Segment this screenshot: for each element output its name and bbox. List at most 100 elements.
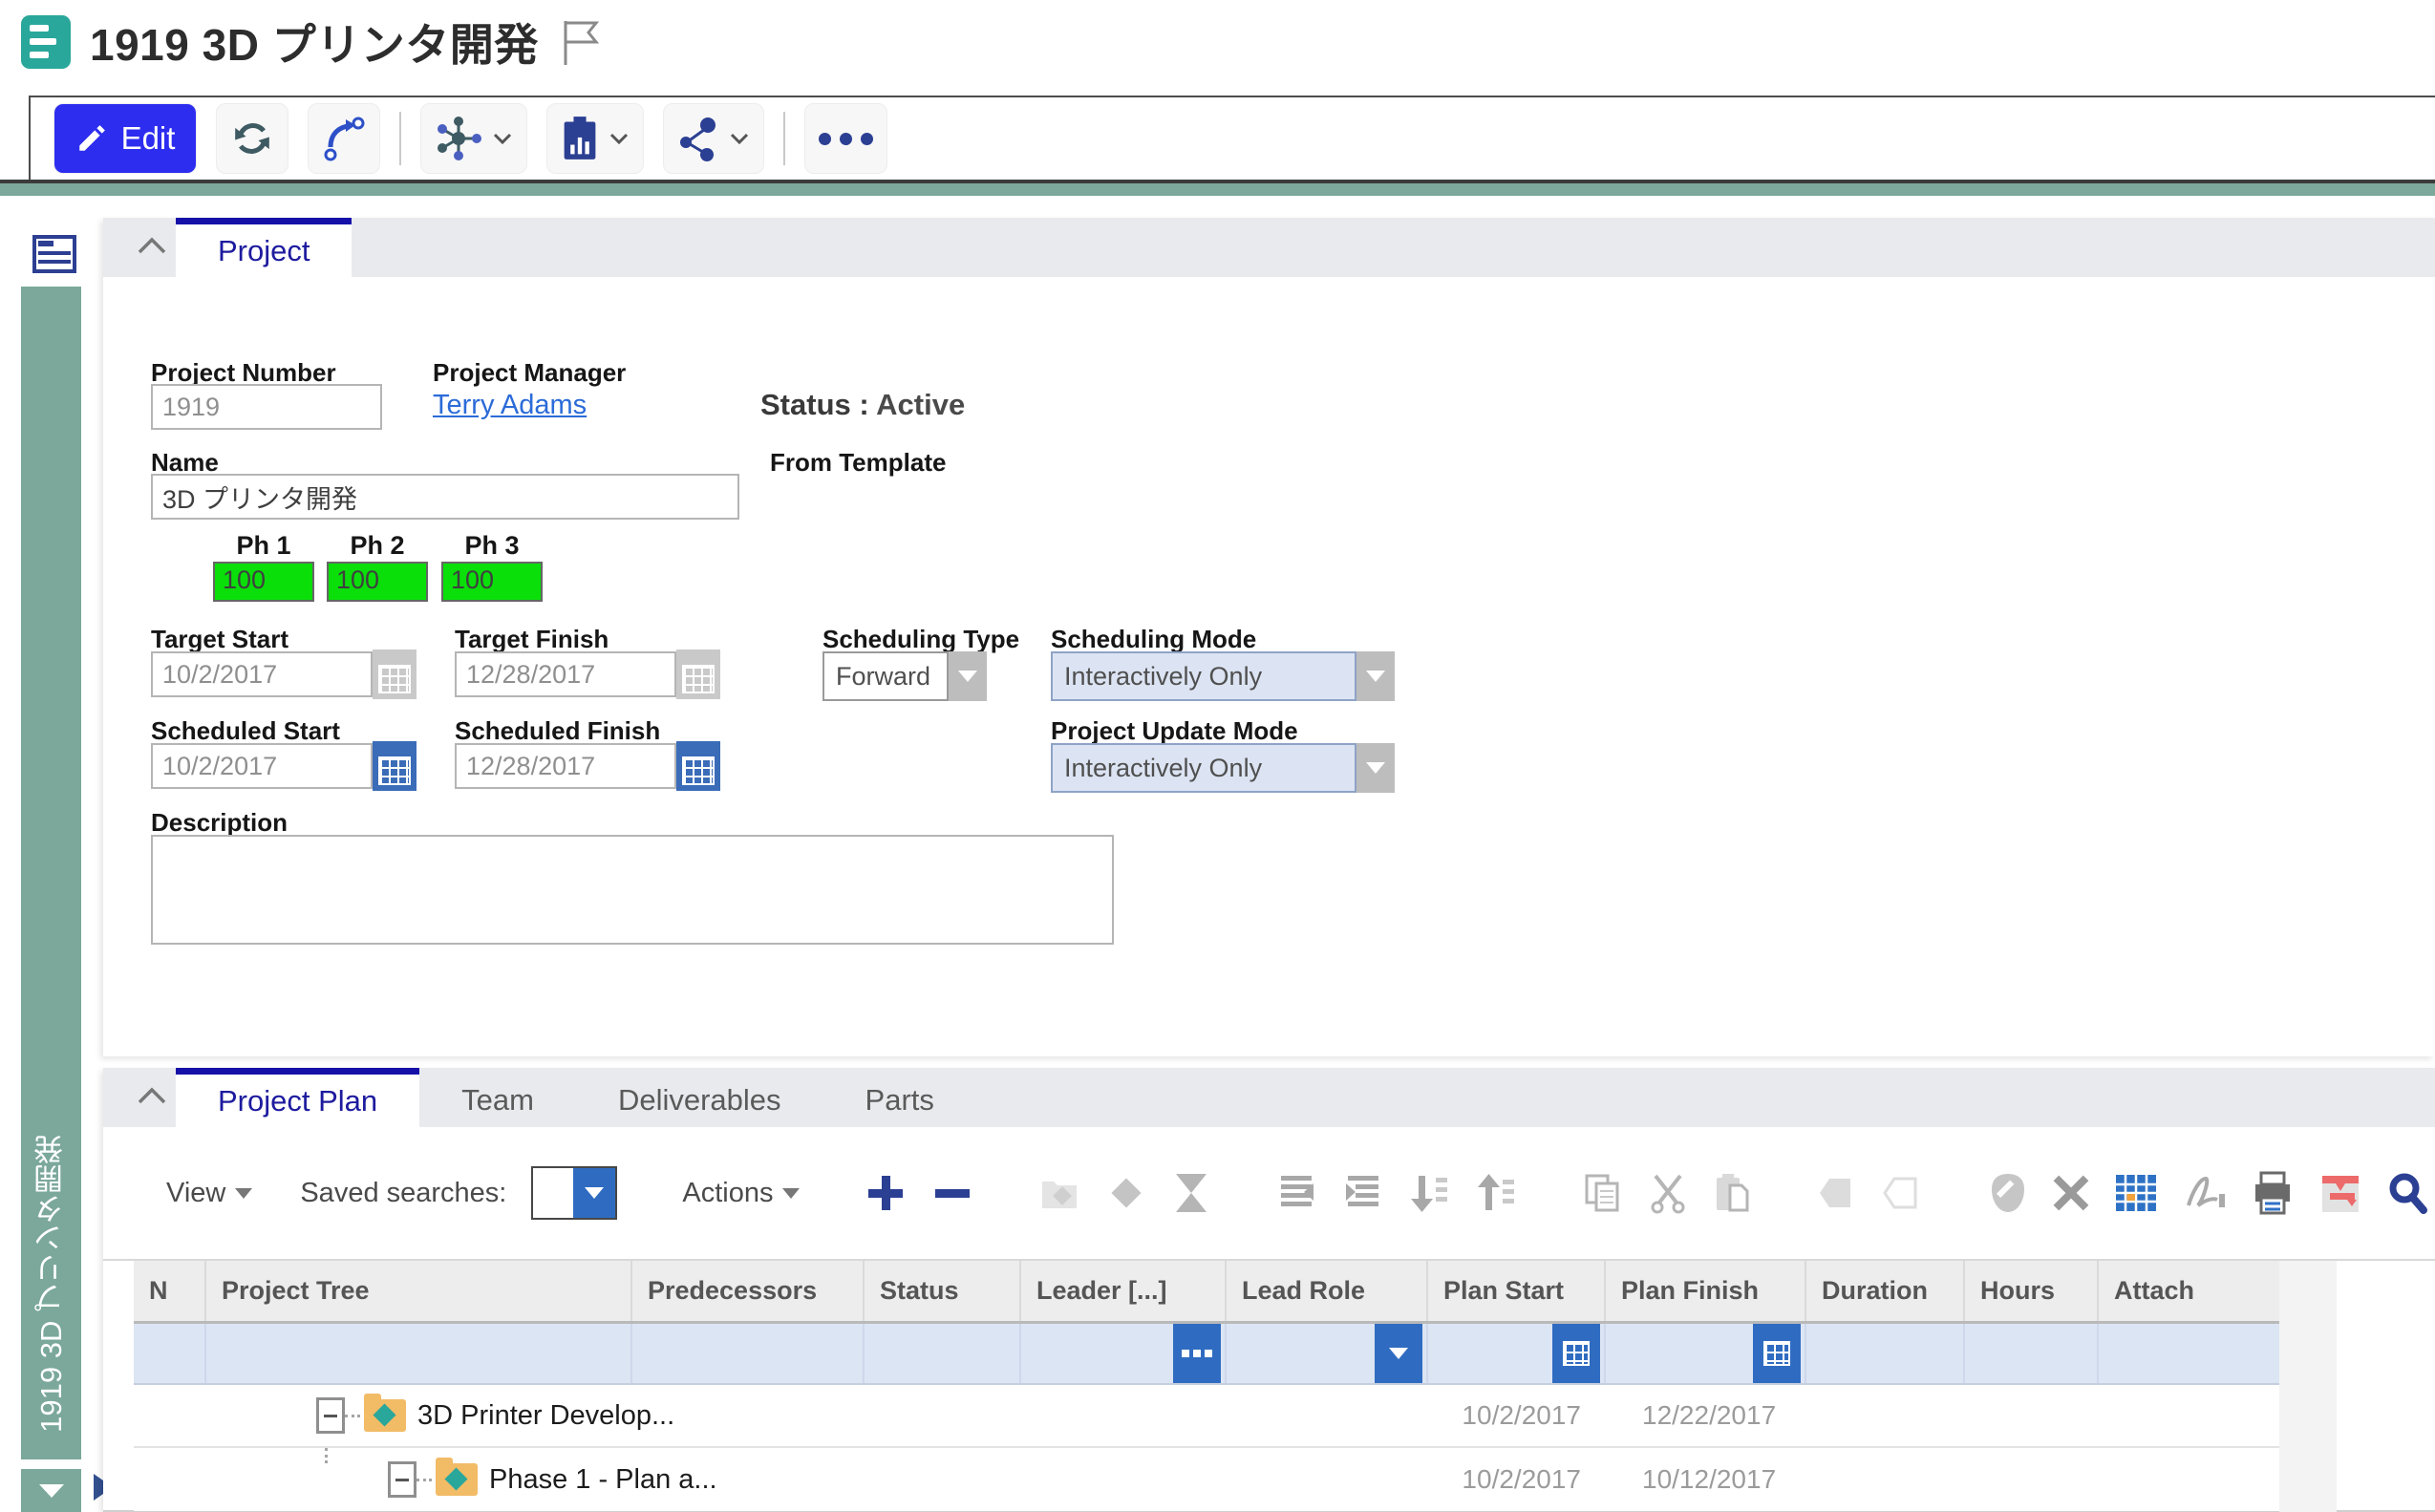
name-input[interactable] bbox=[151, 474, 739, 520]
calendar-icon[interactable] bbox=[373, 741, 417, 791]
table-scrollbar-track[interactable] bbox=[2279, 1261, 2337, 1512]
gantt-filter-button[interactable] bbox=[2318, 1170, 2362, 1216]
col-plan-finish[interactable]: Plan Finish bbox=[1606, 1261, 1806, 1321]
remove-task-button[interactable] bbox=[931, 1170, 973, 1216]
delete-button[interactable] bbox=[2053, 1170, 2089, 1216]
status-value: Active bbox=[876, 388, 966, 421]
calendar-icon[interactable] bbox=[373, 650, 417, 699]
milestone-button[interactable] bbox=[1105, 1170, 1147, 1216]
plan-start-calendar-button[interactable] bbox=[1552, 1324, 1600, 1383]
add-task-button[interactable] bbox=[865, 1170, 907, 1216]
flag-icon[interactable] bbox=[558, 17, 604, 67]
filter-n[interactable] bbox=[134, 1324, 206, 1383]
scheduling-mode-select[interactable]: Interactively Only bbox=[1051, 651, 1395, 701]
task-name[interactable]: Phase 1 - Plan a... bbox=[489, 1464, 717, 1496]
sidebar-project-strip[interactable]: 1919 3D プリンタ開発 bbox=[21, 287, 81, 1459]
refresh-button[interactable] bbox=[216, 103, 288, 174]
scheduled-start-input[interactable] bbox=[151, 743, 373, 789]
col-plan-start[interactable]: Plan Start bbox=[1428, 1261, 1606, 1321]
dropdown-arrow-icon[interactable] bbox=[573, 1168, 616, 1218]
signature-button[interactable] bbox=[2183, 1170, 2227, 1216]
status-label: Status : bbox=[760, 388, 869, 421]
scheduled-start-label: Scheduled Start bbox=[151, 716, 340, 745]
scheduled-finish-input[interactable] bbox=[455, 743, 676, 789]
tab-project-plan[interactable]: Project Plan bbox=[176, 1068, 420, 1127]
dropdown-arrow-icon[interactable] bbox=[1356, 743, 1395, 793]
tree-collapse-toggle[interactable] bbox=[316, 1397, 345, 1434]
share-menu-button[interactable] bbox=[663, 103, 764, 174]
summary-form-icon[interactable] bbox=[29, 227, 80, 281]
outdent-button[interactable] bbox=[1275, 1170, 1317, 1216]
collapse-chevron-icon[interactable] bbox=[136, 235, 168, 256]
copy-button[interactable] bbox=[1583, 1170, 1623, 1216]
col-leader[interactable]: Leader [...] bbox=[1021, 1261, 1227, 1321]
col-status[interactable]: Status bbox=[865, 1261, 1021, 1321]
saved-searches-combo[interactable] bbox=[531, 1166, 618, 1220]
schedule-table-button[interactable] bbox=[2114, 1170, 2158, 1216]
filter-predecessors[interactable] bbox=[632, 1324, 865, 1383]
filter-status[interactable] bbox=[865, 1324, 1021, 1383]
target-finish-input[interactable] bbox=[455, 651, 676, 697]
more-actions-button[interactable] bbox=[804, 103, 887, 174]
filter-attach[interactable] bbox=[2099, 1324, 2279, 1383]
relations-menu-button[interactable] bbox=[420, 103, 527, 174]
lead-role-dropdown-button[interactable] bbox=[1375, 1324, 1422, 1383]
tab-team[interactable]: Team bbox=[419, 1074, 576, 1127]
move-up-button[interactable] bbox=[1476, 1170, 1518, 1216]
edit-button[interactable]: Edit bbox=[53, 103, 197, 174]
move-down-button[interactable] bbox=[1409, 1170, 1451, 1216]
filter-lead-role[interactable] bbox=[1227, 1324, 1428, 1383]
calendar-icon[interactable] bbox=[676, 741, 720, 791]
dropdown-arrow-icon[interactable] bbox=[949, 651, 987, 701]
filter-project-tree[interactable] bbox=[206, 1324, 632, 1383]
ellipsis-icon bbox=[1182, 1350, 1212, 1357]
filter-plan-finish[interactable] bbox=[1606, 1324, 1806, 1383]
condition-outline-button[interactable] bbox=[1883, 1170, 1923, 1216]
filter-hours[interactable] bbox=[1965, 1324, 2099, 1383]
description-textarea[interactable] bbox=[151, 835, 1114, 945]
collapse-chevron-icon[interactable] bbox=[136, 1085, 168, 1106]
dropdown-arrow-icon[interactable] bbox=[1356, 651, 1395, 701]
col-predecessors[interactable]: Predecessors bbox=[632, 1261, 865, 1321]
tab-parts[interactable]: Parts bbox=[823, 1074, 976, 1127]
route-button[interactable] bbox=[308, 103, 380, 174]
indent-button[interactable] bbox=[1342, 1170, 1384, 1216]
calendar-icon[interactable] bbox=[676, 650, 720, 699]
wait-button[interactable] bbox=[1172, 1170, 1210, 1216]
tab-project[interactable]: Project bbox=[176, 218, 352, 277]
table-row[interactable]: 3D Printer Develop... 10/2/2017 12/22/20… bbox=[134, 1385, 2279, 1448]
condition-filled-button[interactable] bbox=[1818, 1170, 1858, 1216]
leader-picker-button[interactable] bbox=[1173, 1324, 1221, 1383]
col-attach[interactable]: Attach bbox=[2099, 1261, 2279, 1321]
filter-plan-start[interactable] bbox=[1428, 1324, 1606, 1383]
actions-menu[interactable]: Actions bbox=[682, 1178, 801, 1209]
milestone-folder-button[interactable] bbox=[1038, 1170, 1080, 1216]
col-duration[interactable]: Duration bbox=[1806, 1261, 1965, 1321]
filter-duration[interactable] bbox=[1806, 1324, 1965, 1383]
plan-finish-calendar-button[interactable] bbox=[1753, 1324, 1801, 1383]
reports-menu-button[interactable] bbox=[546, 103, 644, 174]
edit-task-button[interactable] bbox=[1988, 1170, 2028, 1216]
tree-collapse-toggle[interactable] bbox=[388, 1461, 417, 1498]
search-button[interactable] bbox=[2387, 1170, 2429, 1216]
col-lead-role[interactable]: Lead Role bbox=[1227, 1261, 1428, 1321]
target-start-input[interactable] bbox=[151, 651, 373, 697]
project-number-input[interactable] bbox=[151, 384, 382, 430]
col-hours[interactable]: Hours bbox=[1965, 1261, 2099, 1321]
filter-leader[interactable] bbox=[1021, 1324, 1227, 1383]
tab-deliverables[interactable]: Deliverables bbox=[576, 1074, 823, 1127]
project-plan-panel: Project Plan Team Deliverables Parts Vie… bbox=[103, 1068, 2435, 1512]
print-button[interactable] bbox=[2252, 1170, 2294, 1216]
view-menu[interactable]: View bbox=[166, 1178, 253, 1209]
col-project-tree[interactable]: Project Tree bbox=[206, 1261, 632, 1321]
chevron-down-icon bbox=[730, 133, 749, 145]
project-manager-link[interactable]: Terry Adams bbox=[433, 390, 587, 421]
task-name[interactable]: 3D Printer Develop... bbox=[417, 1400, 674, 1432]
table-row[interactable]: Phase 1 - Plan a... 10/2/2017 10/12/2017 bbox=[134, 1448, 2279, 1511]
col-n[interactable]: N bbox=[134, 1261, 206, 1321]
cut-button[interactable] bbox=[1648, 1170, 1688, 1216]
sidebar-scroll-down-button[interactable] bbox=[21, 1469, 81, 1512]
paste-button[interactable] bbox=[1713, 1170, 1753, 1216]
scheduling-type-select[interactable]: Forward bbox=[822, 651, 987, 701]
project-update-mode-select[interactable]: Interactively Only bbox=[1051, 743, 1395, 793]
